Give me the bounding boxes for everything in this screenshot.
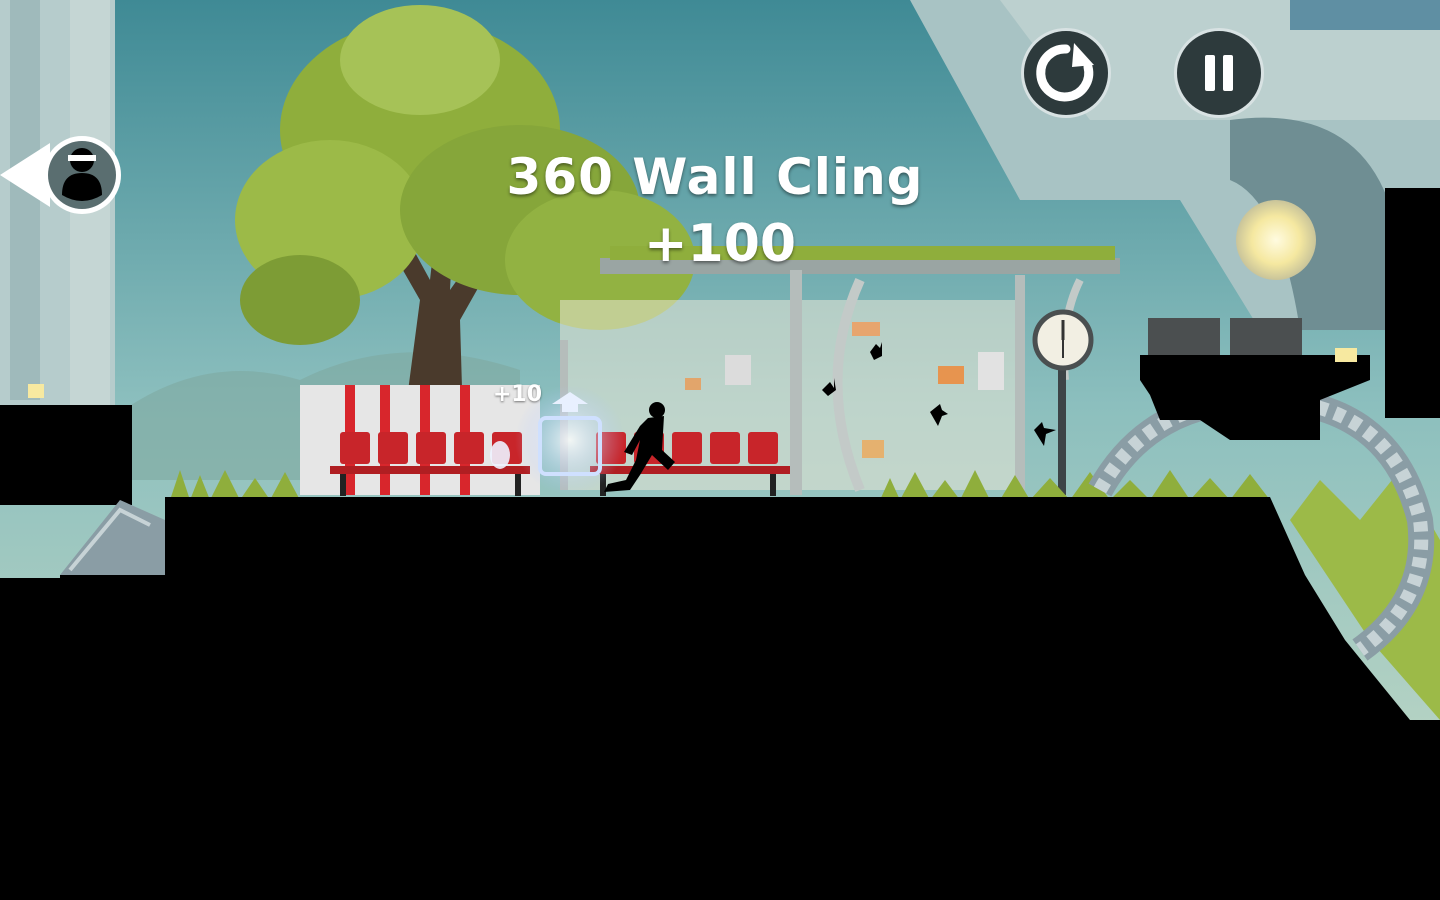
pause-icon bbox=[1205, 55, 1233, 91]
ground bbox=[0, 497, 1440, 900]
restart-icon bbox=[1036, 43, 1094, 102]
bonus-points: +10 bbox=[493, 382, 543, 407]
pursuer-indicator[interactable] bbox=[0, 133, 124, 217]
sun-lamp bbox=[1236, 200, 1316, 280]
restart-button[interactable] bbox=[1021, 28, 1111, 118]
pause-button[interactable] bbox=[1174, 28, 1264, 118]
trick-points: +100 bbox=[643, 214, 797, 274]
hunter-silhouette-icon bbox=[0, 136, 121, 214]
trick-name: 360 Wall Cling bbox=[506, 148, 924, 206]
game-scene bbox=[0, 0, 1440, 900]
